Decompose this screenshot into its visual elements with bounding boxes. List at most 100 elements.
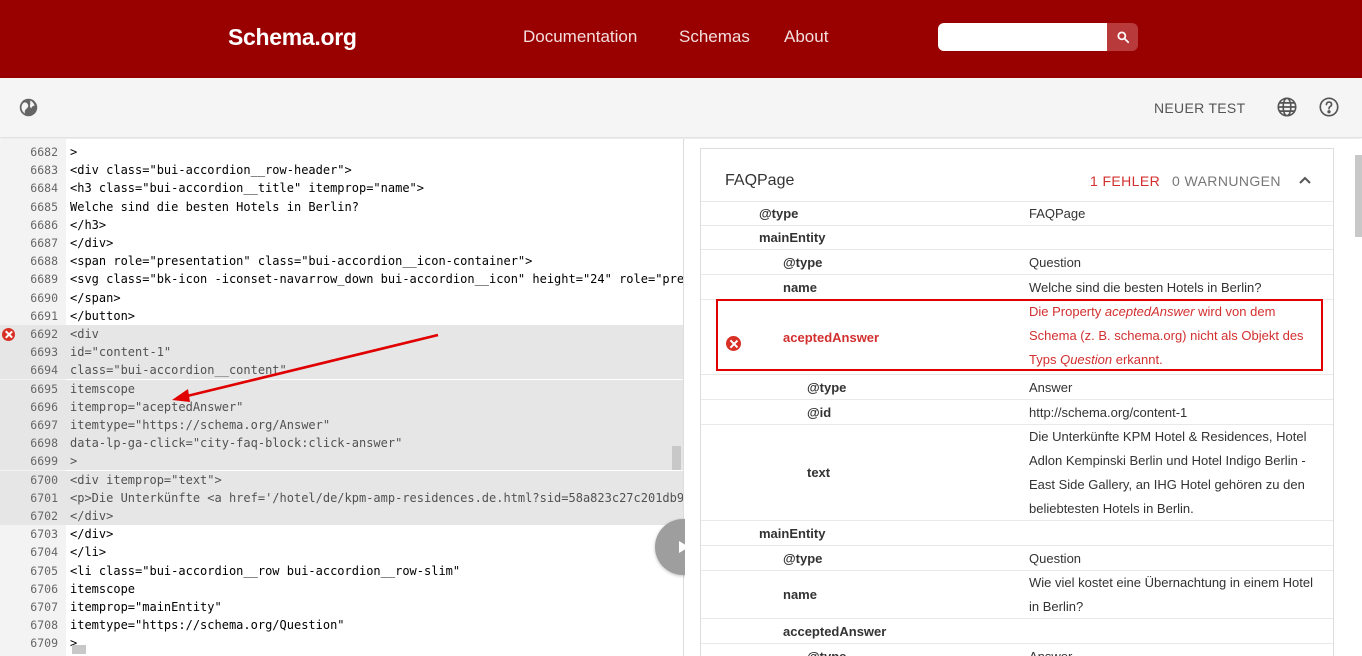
code-editor[interactable]: 6682 >6683 <div class="bui-accordion__row-…	[0, 139, 684, 656]
property-row[interactable]: @type Answer	[701, 374, 1333, 399]
code-line[interactable]: 6696 itemprop="aceptedAnswer"	[0, 397, 683, 416]
code-line[interactable]: 6695 itemscope	[0, 379, 683, 398]
item-type-title: FAQPage	[725, 172, 795, 189]
property-name: text	[807, 465, 831, 480]
code-line[interactable]: 6694 class="bui-accordion__content"	[0, 361, 683, 380]
code-text: <li class="bui-accordion__row bui-accord…	[70, 563, 461, 578]
code-text: <h3 class="bui-accordion__title" itempro…	[70, 181, 425, 196]
code-line[interactable]: 6699 >	[0, 452, 683, 471]
code-line[interactable]: 6683 <div class="bui-accordion__row-heade…	[0, 161, 683, 179]
property-row[interactable]: @type Question	[701, 249, 1333, 274]
line-number: 6696	[30, 399, 58, 414]
property-row[interactable]: @type Answer	[701, 643, 1333, 656]
line-number: 6689	[30, 272, 58, 287]
code-line[interactable]: 6703 </div>	[0, 525, 683, 543]
property-row[interactable]: name Wie viel kostet eine Übernachtung in…	[701, 570, 1333, 618]
code-text: id="content-1"	[70, 345, 172, 360]
line-number: 6695	[30, 381, 58, 396]
code-text: Welche sind die besten Hotels in Berlin?	[70, 199, 359, 214]
property-value: Question	[1029, 551, 1082, 566]
code-text: >	[70, 145, 78, 159]
nav-about[interactable]: About	[784, 27, 828, 47]
line-number: 6684	[30, 181, 58, 196]
code-scrollbar[interactable]	[672, 446, 681, 470]
help-icon[interactable]	[1318, 96, 1340, 123]
property-value: Welche sind die besten Hotels in Berlin?	[1029, 280, 1262, 295]
code-line[interactable]: 6685 Welche sind die besten Hotels in Ber…	[0, 198, 683, 216]
code-line[interactable]: 6705 <li class="bui-accordion__row bui-ac…	[0, 562, 683, 580]
code-line[interactable]: 6706 itemscope	[0, 580, 683, 598]
code-line[interactable]: 6691 </button>	[0, 307, 683, 325]
code-line[interactable]: 6687 </div>	[0, 234, 683, 252]
code-line[interactable]: 6682 >	[0, 143, 683, 161]
code-line[interactable]: 6702 </div>	[0, 507, 683, 525]
property-row[interactable]: mainEntity	[701, 520, 1333, 545]
chevron-up-icon[interactable]	[1298, 173, 1312, 192]
property-name: mainEntity	[759, 526, 826, 541]
code-line[interactable]: 6697 itemtype="https://schema.org/Answer"	[0, 416, 683, 434]
code-text: <p>Die Unterkünfte <a href='/hotel/de/kp…	[70, 490, 684, 505]
line-number: 6692	[30, 327, 58, 341]
code-text: >	[70, 454, 78, 469]
code-text: </h3>	[70, 217, 107, 232]
code-line[interactable]: 6684 <h3 class="bui-accordion__title" ite…	[0, 179, 683, 197]
code-text: itemscope	[70, 581, 136, 596]
property-row[interactable]: @type FAQPage	[701, 201, 1333, 225]
property-row[interactable]: @id http://schema.org/content-1	[701, 399, 1333, 424]
code-line[interactable]: 6709 >	[0, 634, 683, 652]
code-line[interactable]: 6692 <div	[0, 325, 683, 343]
warning-count[interactable]: 0 WARNUNGEN	[1172, 173, 1281, 189]
language-icon[interactable]	[1276, 96, 1298, 123]
site-logo[interactable]: Schema.org	[228, 24, 357, 51]
line-number: 6691	[30, 308, 58, 323]
nav-documentation[interactable]: Documentation	[523, 27, 637, 47]
results-scrollbar[interactable]	[1355, 155, 1362, 237]
line-number: 6693	[30, 345, 58, 360]
code-line[interactable]: 6701 <p>Die Unterkünfte <a href='/hotel/d…	[0, 488, 684, 507]
line-number: 6709	[30, 636, 58, 651]
code-line[interactable]: 6690 </span>	[0, 289, 683, 307]
error-count[interactable]: 1 FEHLER	[1090, 173, 1160, 189]
globe-icon[interactable]	[18, 97, 39, 123]
code-line[interactable]: 6698 data-lp-ga-click="city-faq-block:cli…	[0, 434, 683, 453]
code-hscrollbar[interactable]	[72, 645, 86, 654]
code-line[interactable]: 6700 <div itemprop="text">	[0, 470, 683, 489]
code-line[interactable]: 6688 <span role="presentation" class="bui…	[0, 252, 683, 270]
property-row[interactable]: @type Question	[701, 545, 1333, 570]
line-number: 6704	[30, 545, 58, 560]
line-number: 6699	[30, 454, 58, 469]
code-text: </div>	[70, 527, 114, 542]
line-number: 6688	[30, 254, 58, 269]
property-name: @type	[783, 255, 823, 270]
code-text: </span>	[70, 290, 121, 305]
line-number: 6701	[30, 490, 58, 505]
nav-schemas[interactable]: Schemas	[679, 27, 750, 47]
code-line[interactable]: 6689 <svg class="bk-icon -iconset-navarro…	[0, 270, 683, 288]
line-number: 6690	[30, 290, 58, 305]
code-text: </button>	[70, 308, 136, 323]
line-number: 6686	[30, 217, 58, 232]
code-text: <span role="presentation" class="bui-acc…	[70, 254, 533, 269]
new-test-button[interactable]: NEUER TEST	[1154, 100, 1245, 116]
code-line[interactable]: 6708 itemtype="https://schema.org/Questio…	[0, 616, 683, 634]
code-text: data-lp-ga-click="city-faq-block:click-a…	[70, 436, 403, 451]
line-number: 6687	[30, 236, 58, 250]
search-button[interactable]	[1107, 23, 1138, 51]
search-input[interactable]	[938, 23, 1108, 51]
line-number: 6707	[30, 600, 58, 614]
code-line[interactable]: 6707 itemprop="mainEntity"	[0, 598, 683, 616]
property-name: @type	[783, 551, 823, 566]
property-row[interactable]: acceptedAnswer	[701, 618, 1333, 643]
property-name: name	[783, 587, 817, 602]
property-row[interactable]: mainEntity	[701, 225, 1333, 249]
code-line[interactable]: 6686 </h3>	[0, 216, 683, 234]
line-number: 6683	[30, 163, 58, 178]
code-line[interactable]: 6693 id="content-1"	[0, 343, 683, 362]
code-text: itemtype="https://schema.org/Question"	[70, 618, 345, 633]
property-row[interactable]: name Welche sind die besten Hotels in Ber…	[701, 274, 1333, 299]
faqpage-card: FAQPage 1 FEHLER 0 WARNUNGEN @type FAQPag…	[700, 148, 1334, 656]
code-text: </div>	[70, 236, 114, 250]
code-line[interactable]: 6704 </li>	[0, 543, 683, 561]
property-row[interactable]: text Die Unterkünfte KPM Hotel & Residenc…	[701, 424, 1333, 520]
line-number: 6708	[30, 618, 58, 633]
